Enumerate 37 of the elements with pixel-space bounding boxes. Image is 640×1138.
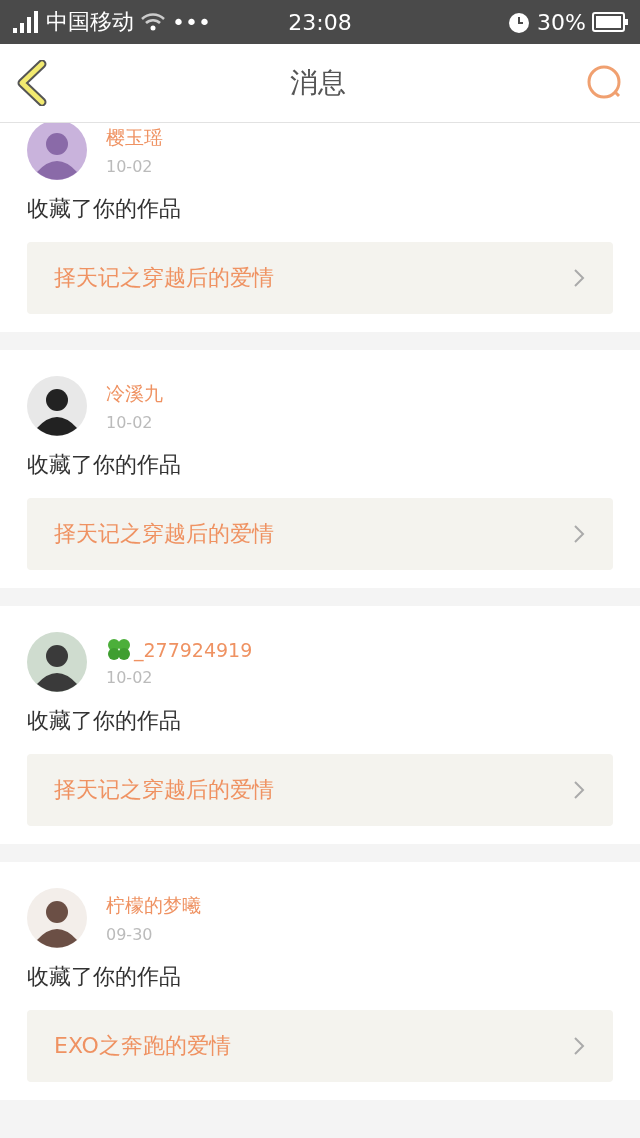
page-title: 消息 xyxy=(290,65,346,101)
signal-icon xyxy=(12,11,40,33)
alarm-icon xyxy=(507,10,532,34)
more-dots: ••• xyxy=(172,9,211,35)
work-title: 择天记之穿越后的爱情 xyxy=(54,776,274,804)
user-name[interactable]: 柠檬的梦曦 xyxy=(106,892,201,919)
user-name[interactable]: 樱玉瑶 xyxy=(106,124,163,151)
avatar-icon xyxy=(27,120,87,180)
message-date: 10-02 xyxy=(106,667,154,687)
chevron-right-icon xyxy=(573,1036,585,1056)
work-link[interactable]: 择天记之穿越后的爱情 xyxy=(27,754,613,826)
avatar-icon xyxy=(27,888,87,948)
user-name[interactable]: 冷溪九 xyxy=(106,380,163,407)
battery-icon xyxy=(592,12,628,32)
message-text: 收藏了你的作品 xyxy=(27,195,182,223)
work-link[interactable]: 择天记之穿越后的爱情 xyxy=(27,498,613,570)
work-link[interactable]: 择天记之穿越后的爱情 xyxy=(27,242,613,314)
work-link[interactable]: EXO之奔跑的爱情 xyxy=(27,1010,613,1082)
chevron-right-icon xyxy=(573,524,585,544)
message-text: 收藏了你的作品 xyxy=(27,707,182,735)
wifi-icon xyxy=(140,12,166,32)
avatar-icon xyxy=(27,376,87,436)
message-date: 09-30 xyxy=(106,924,154,944)
work-title: 择天记之穿越后的爱情 xyxy=(54,264,274,292)
battery-percent: 30% xyxy=(537,9,586,35)
clock-time: 23:08 xyxy=(288,9,352,35)
work-title: 择天记之穿越后的爱情 xyxy=(54,520,274,548)
carrier-name: 中国移动 xyxy=(46,8,134,36)
chevron-right-icon xyxy=(573,268,585,288)
work-title: EXO之奔跑的爱情 xyxy=(54,1032,231,1060)
message-text: 收藏了你的作品 xyxy=(27,963,182,991)
message-text: 收藏了你的作品 xyxy=(27,451,182,479)
chevron-right-icon xyxy=(573,780,585,800)
avatar-icon xyxy=(27,632,87,692)
message-date: 10-02 xyxy=(106,156,154,176)
user-name[interactable]: _277924919 xyxy=(134,638,253,661)
message-date: 10-02 xyxy=(106,412,154,432)
